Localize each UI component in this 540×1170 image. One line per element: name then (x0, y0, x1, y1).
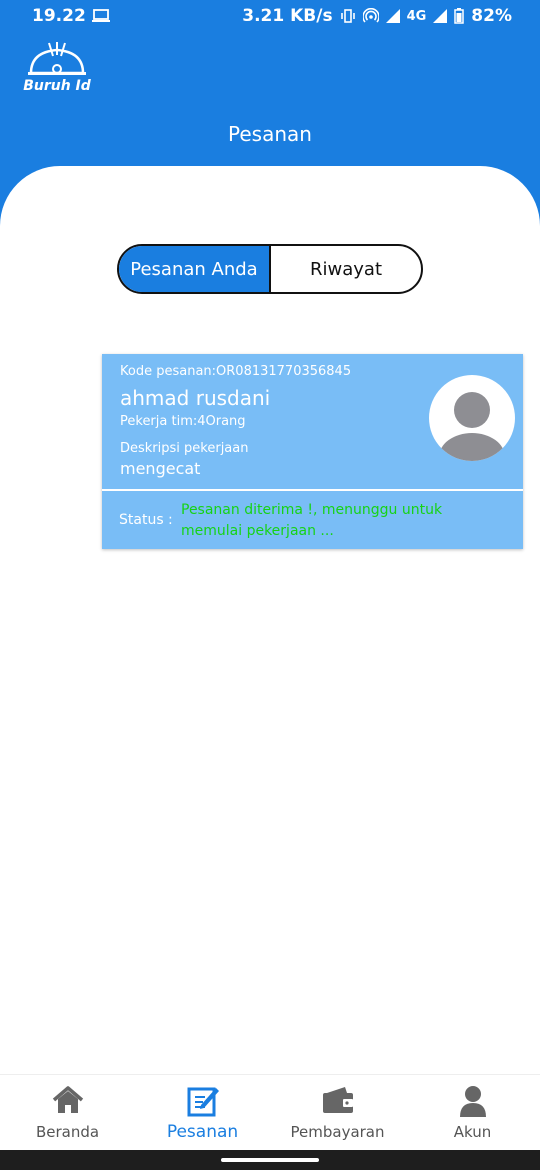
home-icon (52, 1086, 83, 1113)
nav-akun-label: Akun (453, 1123, 492, 1141)
avatar (429, 375, 515, 461)
logo-text: Buruh Id (23, 78, 91, 94)
tab-pesanan-anda[interactable]: Pesanan Anda (119, 246, 269, 292)
home-indicator[interactable] (221, 1158, 319, 1162)
clock: 19.22 (32, 6, 86, 26)
card-divider (102, 489, 523, 491)
order-code: Kode pesanan:OR08131770356845 (120, 364, 352, 379)
signal-icon (385, 9, 400, 23)
team-size: Pekerja tim:4Orang (120, 414, 246, 429)
nav-pembayaran[interactable]: Pembayaran (270, 1075, 405, 1151)
logo-icon (28, 42, 86, 75)
tab-riwayat[interactable]: Riwayat (269, 246, 421, 292)
description-value: mengecat (120, 459, 201, 478)
status-text: Pesanan diterima !, menunggu untuk memul… (181, 502, 443, 539)
edit-icon (187, 1087, 219, 1117)
hotspot-icon (362, 8, 379, 23)
battery-level: 82% (471, 6, 512, 26)
description-label: Deskripsi pekerjaan (120, 441, 249, 456)
battery-icon (454, 8, 465, 24)
page-title: Pesanan (228, 122, 312, 146)
system-navigation-bar (0, 1150, 540, 1170)
nav-beranda-label: Beranda (35, 1123, 100, 1141)
nav-pesanan-label: Pesanan (166, 1122, 239, 1142)
vibrate-icon (340, 9, 355, 23)
network-speed: 3.21 KB/s (242, 6, 333, 26)
worker-name: ahmad rusdani (120, 386, 271, 410)
signal-icon-2 (433, 9, 448, 23)
nav-pesanan[interactable]: Pesanan (135, 1075, 270, 1151)
nav-akun[interactable]: Akun (405, 1075, 540, 1151)
nav-pembayaran-label: Pembayaran (290, 1123, 385, 1141)
user-icon (459, 1086, 486, 1117)
bottom-navigation: Beranda Pesanan Pembayaran Akun (0, 1074, 540, 1151)
avatar-person-icon (439, 392, 505, 461)
nav-beranda[interactable]: Beranda (0, 1075, 135, 1151)
laptop-icon (91, 9, 110, 22)
order-tabs: Pesanan Anda Riwayat (117, 244, 423, 294)
wallet-icon (322, 1087, 353, 1113)
app-logo: Buruh Id (22, 40, 92, 98)
content-panel (0, 166, 540, 1074)
network-type: 4G (406, 8, 427, 24)
status-bar: 19.22 3.21 KB/s 4G 82% (0, 0, 540, 34)
order-card[interactable]: Kode pesanan:OR08131770356845 ahmad rusd… (102, 354, 523, 549)
status-label: Status : (119, 512, 173, 528)
